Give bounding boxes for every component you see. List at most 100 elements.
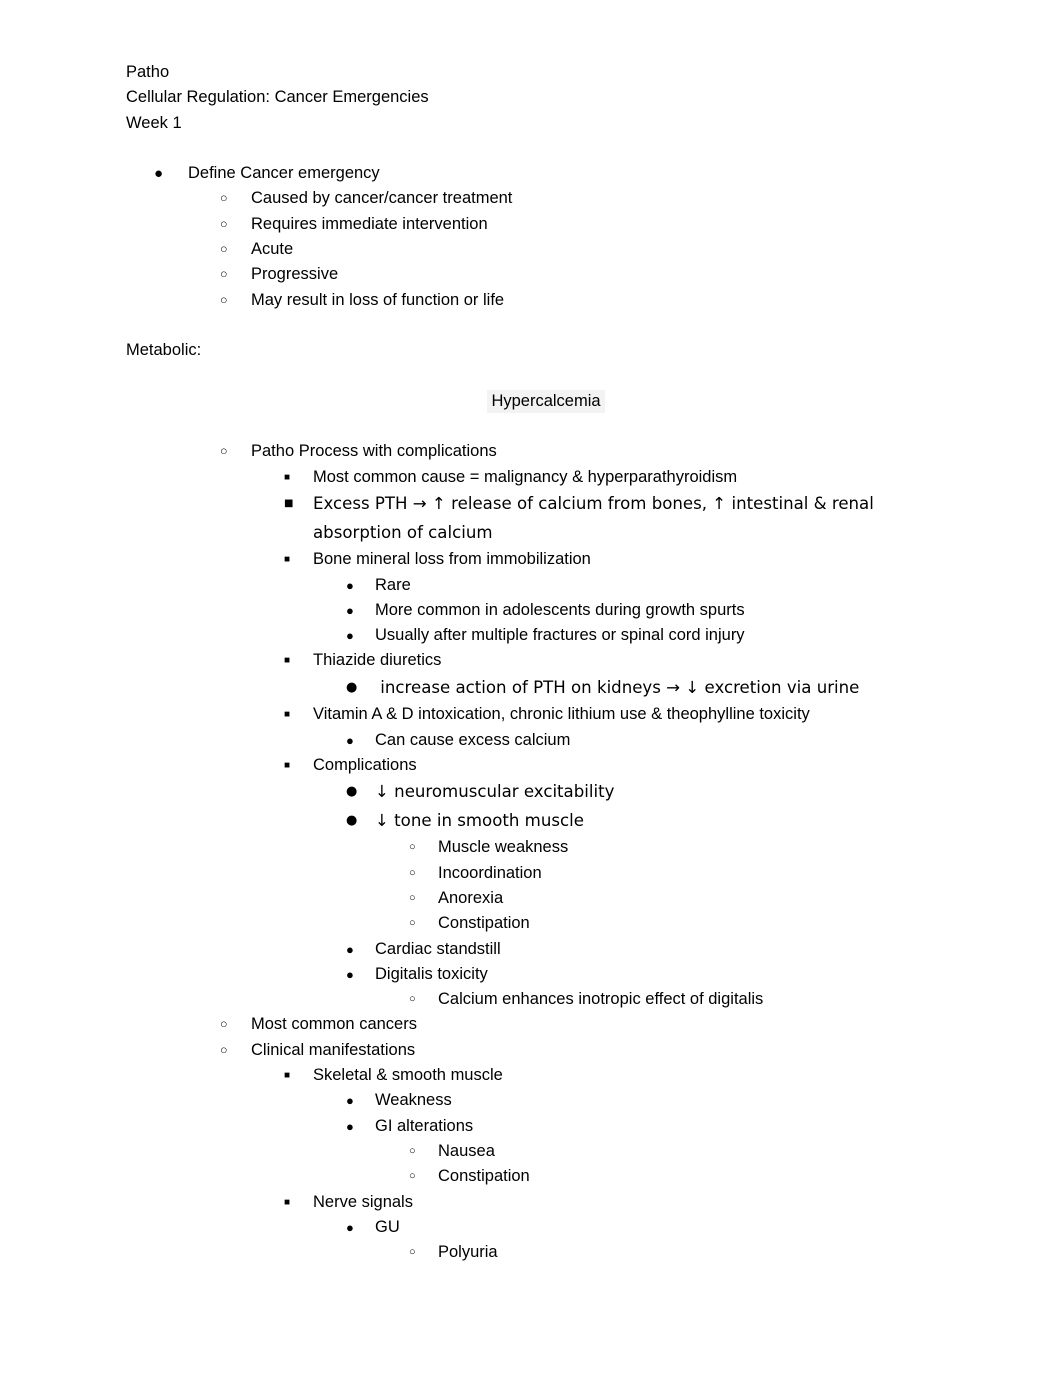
bullet-disc-icon: ●: [346, 679, 358, 695]
document-page: Patho Cellular Regulation: Cancer Emerge…: [0, 0, 1062, 1377]
bullet-disc-icon: ●: [346, 628, 354, 644]
list-item-label: Nerve signals: [313, 1192, 413, 1211]
bullet-square-icon: ■: [284, 471, 291, 483]
list-item-label: Weakness: [375, 1091, 452, 1110]
list-item-label: Thiazide diuretics: [313, 651, 442, 670]
list-item: ○ Acute: [126, 237, 966, 262]
list-item-label: May result in loss of function or life: [251, 290, 505, 309]
bullet-square-icon: ■: [284, 1196, 291, 1208]
list-item-nerve-signals: ■ Nerve signals: [126, 1190, 966, 1215]
list-item: ○ Muscle weakness: [126, 835, 966, 860]
spacer-before-metabolic: [126, 313, 966, 338]
bullet-circle-icon: ○: [409, 1170, 416, 1183]
spacer-after-hypercalcemia: [126, 414, 966, 439]
list-item-label: Constipation: [438, 914, 530, 933]
list-item: ● Can cause excess calcium: [126, 728, 966, 753]
bullet-circle-icon: ○: [409, 1246, 416, 1259]
list-item-smooth-muscle-tone: ● ↓ tone in smooth muscle: [126, 807, 966, 836]
bullet-disc-icon: ●: [346, 732, 354, 748]
list-item: ○ Caused by cancer/cancer treatment: [126, 186, 966, 211]
list-item-label: GU: [375, 1217, 400, 1236]
bullet-disc-icon: ●: [346, 812, 358, 828]
bullet-circle-icon: ○: [409, 1144, 416, 1157]
list-item: ● Usually after multiple fractures or sp…: [126, 623, 966, 648]
list-item-label: Clinical manifestations: [251, 1040, 416, 1059]
list-item-label: Nausea: [438, 1141, 495, 1160]
list-item-label: Polyuria: [438, 1243, 498, 1262]
bullet-circle-icon: ○: [220, 1017, 228, 1032]
list-item: ● Rare: [126, 573, 966, 598]
list-item-most-common-cause: ■ Most common cause = malignancy & hyper…: [126, 465, 966, 490]
list-item-label: ↓ neuromuscular excitability: [375, 782, 615, 802]
bullet-square-icon: ■: [284, 759, 291, 771]
list-item-complications: ■ Complications: [126, 753, 966, 778]
list-item: ○ Nausea: [126, 1139, 966, 1164]
list-item-label: Excess PTH → ↑ release of calcium from b…: [313, 494, 880, 542]
bullet-circle-icon: ○: [409, 866, 416, 879]
list-item-label: More common in adolescents during growth…: [375, 600, 745, 619]
bullet-circle-icon: ○: [409, 841, 416, 854]
list-item-label: Bone mineral loss from immobilization: [313, 550, 591, 569]
subsection-title-hypercalcemia: Hypercalcemia: [126, 389, 966, 414]
bullet-disc-icon: ●: [346, 1093, 354, 1109]
bullet-circle-icon: ○: [220, 292, 228, 307]
heading-line-topic: Cellular Regulation: Cancer Emergencies: [126, 88, 429, 107]
bullet-circle-icon: ○: [220, 1042, 228, 1057]
list-item-label: Most common cancers: [251, 1015, 417, 1034]
bullet-circle-icon: ○: [220, 216, 228, 231]
list-item-label: Digitalis toxicity: [375, 964, 488, 983]
list-item: ○ May result in loss of function or life: [126, 288, 966, 313]
bullet-disc-icon: ●: [346, 966, 354, 982]
document-body: Patho Cellular Regulation: Cancer Emerge…: [126, 60, 966, 1265]
bullet-disc-icon: ●: [346, 1118, 354, 1134]
bullet-circle-icon: ○: [409, 891, 416, 904]
list-item-define-cancer-emergency: ● Define Cancer emergency: [126, 161, 966, 186]
list-item-digitalis-toxicity: ● Digitalis toxicity: [126, 962, 966, 987]
list-item-increase-pth-action: ● increase action of PTH on kidneys → ↓ …: [126, 674, 966, 703]
list-item-label: Cardiac standstill: [375, 939, 501, 958]
list-item-label: Skeletal & smooth muscle: [313, 1066, 503, 1085]
bullet-square-icon: ■: [284, 655, 291, 667]
list-item-bone-mineral-loss: ■ Bone mineral loss from immobilization: [126, 547, 966, 572]
list-item-label: GI alterations: [375, 1116, 474, 1135]
list-item-label: Complications: [313, 755, 417, 774]
list-item: ○ Incoordination: [126, 861, 966, 886]
list-item: ○ Constipation: [126, 911, 966, 936]
spacer-after-heading: [126, 136, 966, 161]
highlighted-term: Hypercalcemia: [487, 389, 605, 413]
list-item: ○ Anorexia: [126, 886, 966, 911]
heading-line-course: Patho: [126, 63, 170, 81]
list-item-label: Calcium enhances inotropic effect of dig…: [438, 990, 764, 1009]
list-item-label: Patho Process with complications: [251, 442, 497, 461]
list-item-gu: ● GU: [126, 1215, 966, 1240]
list-item-most-common-cancers: ○ Most common cancers: [126, 1012, 966, 1037]
list-item-cardiac-standstill: ● Cardiac standstill: [126, 937, 966, 962]
spacer-after-metabolic: [126, 364, 966, 389]
list-item-neuromuscular-excitability: ● ↓ neuromuscular excitability: [126, 778, 966, 807]
list-item: ○ Constipation: [126, 1164, 966, 1189]
section-label-metabolic: Metabolic:: [126, 341, 202, 360]
list-item-label: Can cause excess calcium: [375, 730, 571, 749]
bullet-circle-icon: ○: [409, 993, 416, 1006]
list-item-gi-alterations: ● GI alterations: [126, 1114, 966, 1139]
list-item-vitamin-intoxication: ■ Vitamin A & D intoxication, chronic li…: [126, 702, 966, 727]
list-item-label: Acute: [251, 240, 294, 259]
list-item-label: Caused by cancer/cancer treatment: [251, 189, 513, 208]
bullet-disc-icon: ●: [154, 165, 164, 183]
list-item-label: Vitamin A & D intoxication, chronic lith…: [313, 705, 810, 724]
bullet-disc-icon: ●: [346, 602, 354, 618]
list-item-label: Define Cancer emergency: [188, 164, 380, 183]
heading-line-week: Week 1: [126, 113, 182, 132]
bullet-circle-icon: ○: [409, 917, 416, 930]
list-item-label: Muscle weakness: [438, 838, 569, 857]
bullet-circle-icon: ○: [220, 191, 228, 206]
list-item-weakness: ● Weakness: [126, 1088, 966, 1113]
list-item-patho-process: ○ Patho Process with complications: [126, 439, 966, 464]
bullet-disc-icon: ●: [346, 1219, 354, 1235]
list-item-label: Constipation: [438, 1167, 530, 1186]
bullet-square-icon: ■: [284, 554, 291, 566]
list-item-label: Usually after multiple fractures or spin…: [375, 626, 745, 645]
bullet-disc-icon: ●: [346, 784, 358, 800]
bullet-square-icon: ■: [284, 709, 291, 721]
list-item-label: ↓ tone in smooth muscle: [375, 810, 584, 830]
